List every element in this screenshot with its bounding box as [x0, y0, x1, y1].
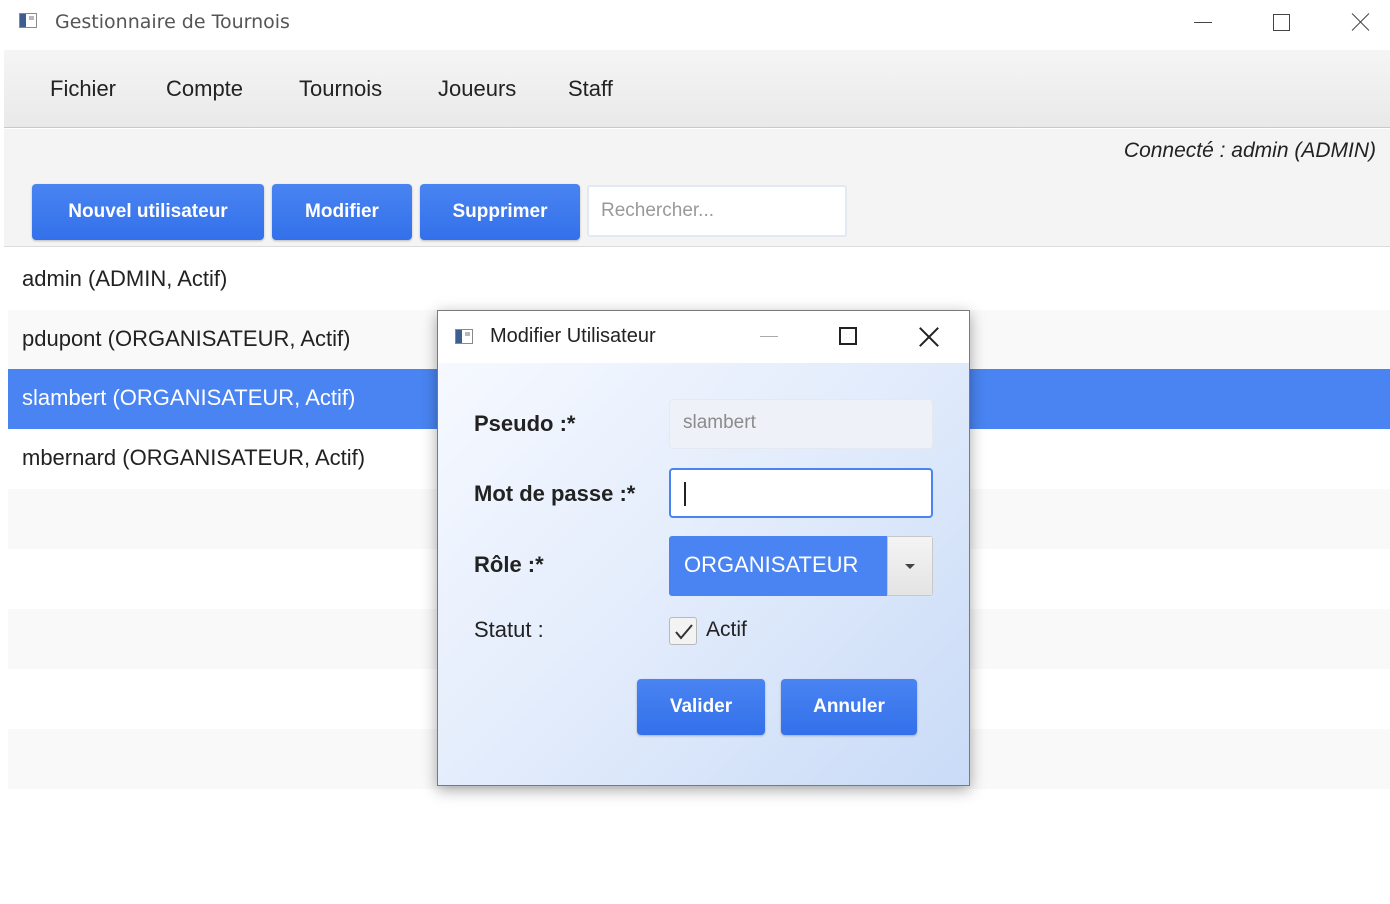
app-icon [19, 13, 37, 28]
pseudo-field: slambert [669, 399, 933, 449]
search-input[interactable]: Rechercher... [587, 185, 847, 237]
menu-tournois[interactable]: Tournois [299, 76, 382, 102]
toolbar: Nouvel utilisateur Modifier Supprimer Re… [4, 175, 1390, 247]
list-item[interactable]: admin (ADMIN, Actif) [8, 250, 1390, 310]
dialog-title-bar: Modifier Utilisateur [438, 311, 969, 363]
status-bar: Connecté : admin (ADMIN) [4, 129, 1390, 175]
delete-button[interactable]: Supprimer [420, 184, 580, 240]
dialog-minimize-icon [760, 336, 778, 337]
menu-bar: Fichier Compte Tournois Joueurs Staff [4, 50, 1390, 128]
active-checkbox-label: Actif [706, 618, 747, 641]
title-bar: Gestionnaire de Tournois [0, 0, 1390, 48]
maximize-icon [1272, 13, 1290, 31]
edit-button[interactable]: Modifier [272, 184, 412, 240]
role-select-value: ORGANISATEUR [669, 536, 887, 596]
dialog-close-icon[interactable] [919, 327, 939, 347]
connected-user-label: Connecté : admin (ADMIN) [1123, 139, 1376, 162]
menu-compte[interactable]: Compte [166, 76, 243, 102]
menu-joueurs[interactable]: Joueurs [438, 76, 516, 102]
dialog-maximize-icon[interactable] [839, 327, 857, 345]
password-field[interactable] [669, 468, 933, 518]
text-caret [684, 482, 686, 506]
role-select[interactable]: ORGANISATEUR [669, 536, 933, 596]
close-button[interactable] [1338, 0, 1384, 44]
cancel-button[interactable]: Annuler [781, 679, 917, 735]
checkmark-icon [675, 624, 693, 640]
dialog-app-icon [455, 329, 473, 344]
maximize-button[interactable] [1258, 0, 1304, 44]
minimize-button[interactable] [1180, 0, 1226, 44]
role-label: Rôle :* [474, 552, 544, 577]
window-title: Gestionnaire de Tournois [55, 11, 290, 33]
validate-button[interactable]: Valider [637, 679, 765, 735]
menu-staff[interactable]: Staff [568, 76, 613, 102]
dialog-title: Modifier Utilisateur [490, 325, 656, 347]
close-icon [1351, 12, 1371, 32]
status-label: Statut : [474, 617, 544, 642]
dropdown-arrow-icon[interactable] [887, 536, 933, 596]
edit-user-dialog: Modifier Utilisateur Pseudo :* slambert … [437, 310, 970, 786]
dialog-body: Pseudo :* slambert Mot de passe :* Rôle … [438, 363, 969, 785]
empty-row [8, 789, 1390, 849]
password-label: Mot de passe :* [474, 481, 636, 506]
menu-fichier[interactable]: Fichier [50, 76, 116, 102]
new-user-button[interactable]: Nouvel utilisateur [32, 184, 264, 240]
active-checkbox[interactable] [669, 617, 697, 645]
pseudo-label: Pseudo :* [474, 411, 576, 436]
minimize-icon [1194, 21, 1212, 23]
